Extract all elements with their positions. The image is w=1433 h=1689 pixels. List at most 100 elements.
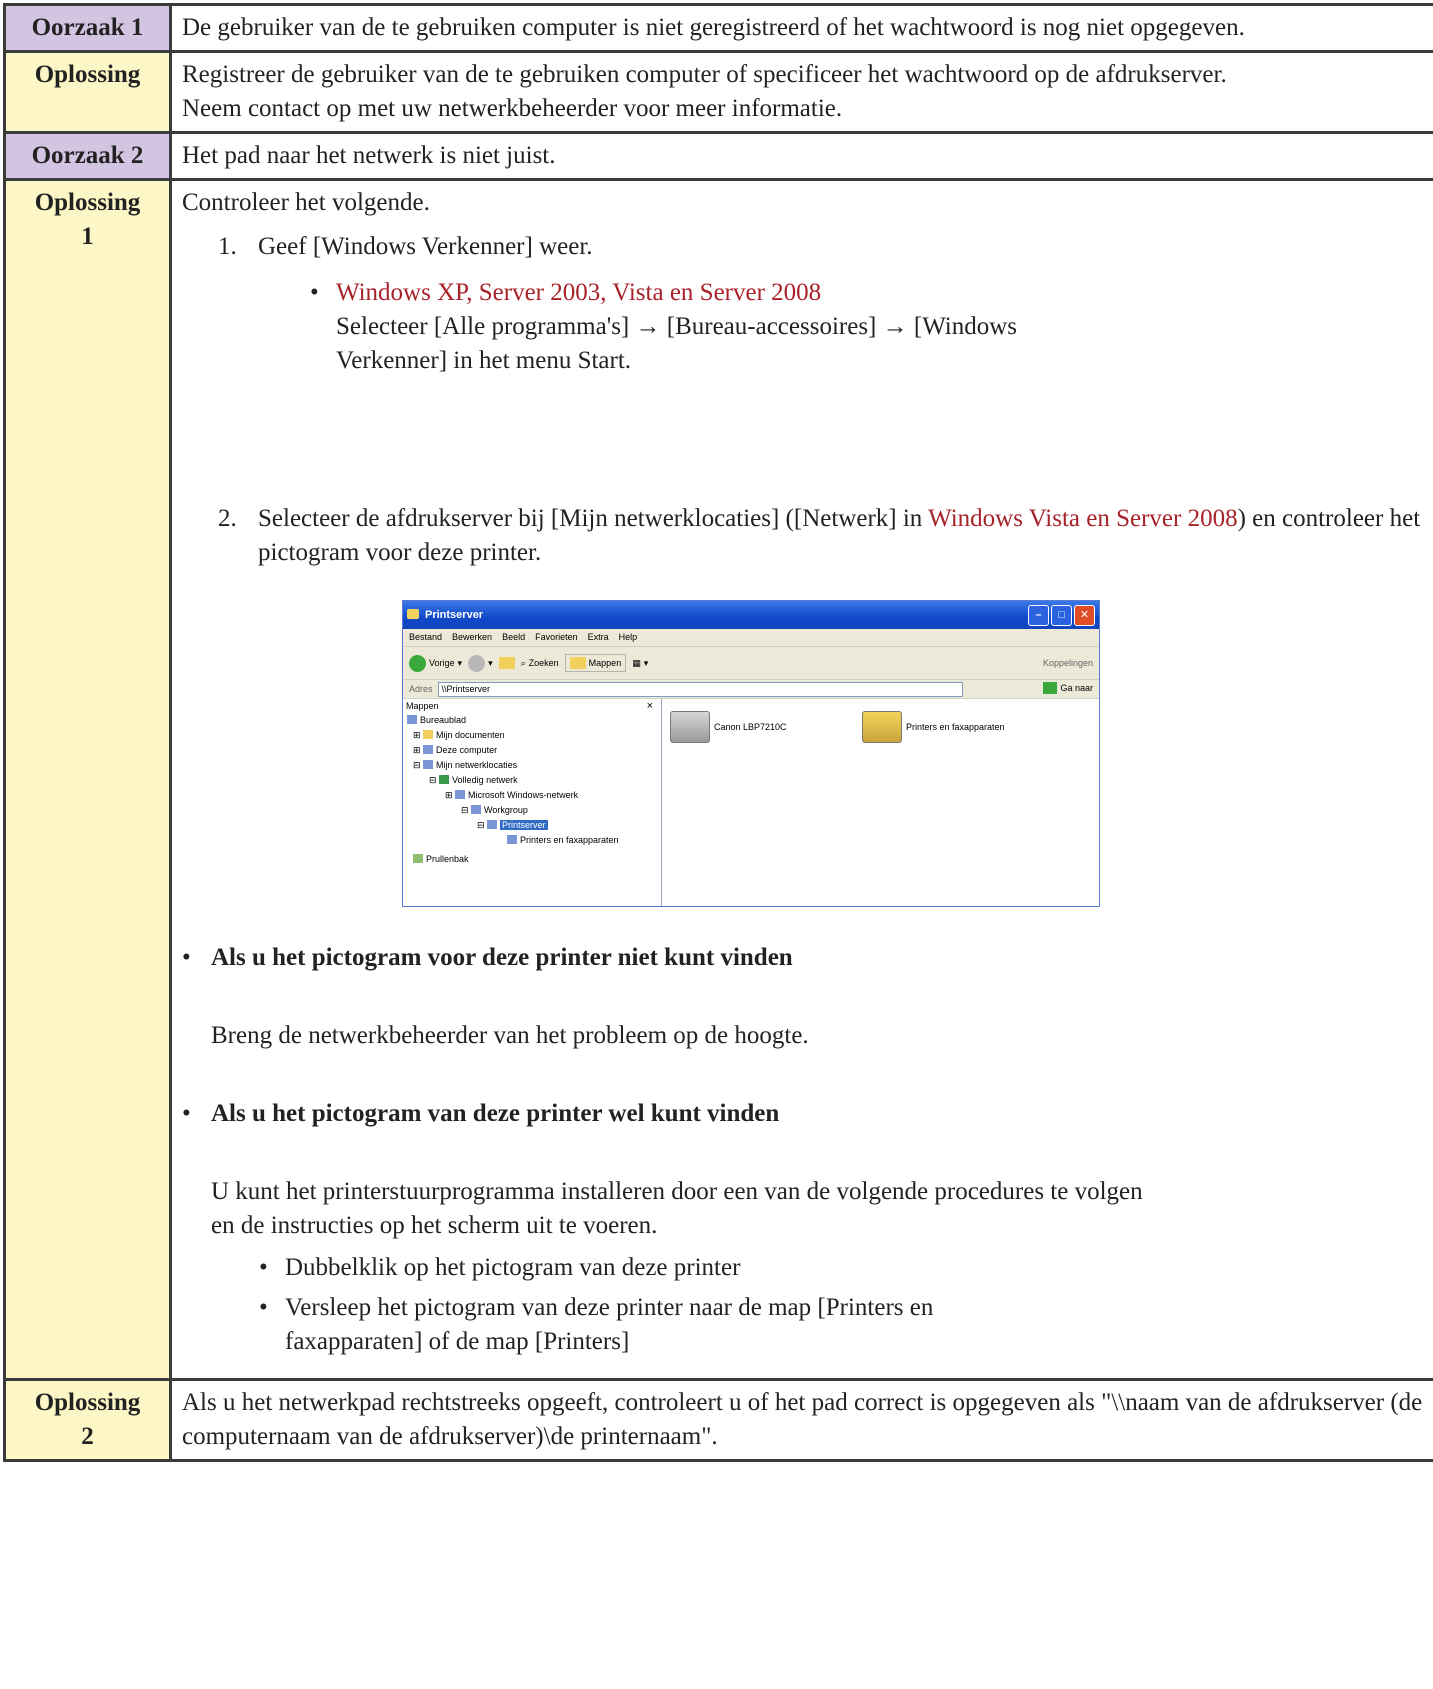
step-item: 1. Geef [Windows Verkenner] weer. • Wind… (182, 230, 1432, 378)
step-item: 2. Selecteer de afdrukserver bij [Mijn n… (182, 502, 1432, 570)
workgroup-icon (471, 805, 482, 814)
tree-item: Deze computer (436, 745, 498, 755)
globe-icon (439, 775, 450, 784)
step-number: 2. (218, 505, 237, 532)
windows-network-icon (455, 790, 466, 799)
case-text: U kunt het printerstuurprogramma install… (211, 1178, 1143, 1239)
back-label: Vorige (429, 658, 455, 668)
row-label-line: Oplossing (34, 1389, 141, 1416)
printer-folder-icon (507, 835, 517, 844)
paragraph: Registreer de gebruiker van de te gebrui… (182, 61, 1227, 88)
folder-pane: Mappen × Bureaublad ⊞ Mijn documenten ⊞ … (403, 699, 662, 906)
table-row: Oplossing 2 Als u het netwerkpad rechtst… (3, 1378, 1433, 1462)
tree-item: Mijn documenten (436, 730, 505, 740)
table-row: Oplossing Registreer de gebruiker van de… (3, 50, 1433, 134)
recycle-bin-icon (413, 854, 423, 863)
list-item: • Dubbelklik op het pictogram van deze p… (259, 1251, 1432, 1285)
computer-icon (423, 745, 434, 754)
table-row: Oorzaak 2 Het pad naar het netwerk is ni… (3, 131, 1433, 181)
tree-item: Volledig netwerk (452, 775, 518, 785)
menu-item: Help (618, 632, 638, 642)
computer-icon (487, 820, 498, 829)
table-row: Oorzaak 1 De gebruiker van de te gebruik… (3, 3, 1433, 53)
menu-item: Bewerken (452, 632, 493, 642)
item-label: Canon LBP7210C (714, 722, 787, 732)
pane-close-icon: × (646, 700, 653, 712)
search-label: Zoeken (528, 658, 559, 668)
row-label-line: 1 (81, 223, 94, 250)
bullet-icon: • (310, 279, 319, 306)
go-label: Ga naar (1060, 683, 1093, 693)
maximize-icon: □ (1051, 605, 1072, 626)
network-icon (423, 760, 434, 769)
tree-item: Mijn netwerklocaties (436, 760, 518, 770)
row-content: Het pad naar het netwerk is niet juist. (169, 131, 1433, 181)
forward-icon (468, 654, 486, 672)
address-bar: Adres \\Printserver Ga naar (403, 680, 1099, 699)
folder-tree: Bureaublad ⊞ Mijn documenten ⊞ Deze comp… (403, 713, 661, 867)
row-content: Controleer het volgende. 1. Geef [Window… (169, 178, 1433, 1381)
case-title: Als u het pictogram voor deze printer ni… (211, 944, 793, 971)
pane-title: Mappen (406, 701, 439, 711)
printers-folder-icon (862, 711, 902, 743)
list-item: • Versleep het pictogram van deze printe… (259, 1291, 1045, 1359)
os-link[interactable]: Windows XP, Server 2003, Vista en Server… (336, 276, 1432, 310)
tree-item: Workgroup (484, 805, 528, 815)
search-icon: ⌕ (520, 658, 526, 668)
intro-text: Controleer het volgende. (182, 189, 430, 216)
list-item: • Windows XP, Server 2003, Vista en Serv… (310, 276, 1432, 378)
row-label: Oorzaak 2 (3, 131, 172, 181)
bullet-icon: • (182, 944, 191, 971)
menu-item: Beeld (502, 632, 526, 642)
folders-label: Mappen (588, 658, 622, 668)
back-icon (409, 654, 426, 672)
printer-icon (670, 711, 710, 743)
os-list: • Windows XP, Server 2003, Vista en Serv… (310, 276, 1432, 378)
paragraph: Neem contact op met uw netwerkbeheerder … (182, 95, 843, 122)
tree-item: Bureaublad (420, 715, 467, 725)
sub-item-text: Dubbelklik op het pictogram van deze pri… (285, 1254, 741, 1281)
table-row: Oplossing 1 Controleer het volgende. 1. … (3, 178, 1433, 1381)
list-item: • Als u het pictogram voor deze printer … (182, 941, 1432, 1053)
folders-icon (569, 657, 586, 669)
content-pane: Canon LBP7210C Printers en faxapparaten (662, 699, 1099, 906)
step-number: 1. (218, 233, 237, 260)
menu-bar: Bestand Bewerken Beeld Favorieten Extra … (403, 629, 1099, 647)
address-label: Adres (409, 684, 433, 694)
row-label: Oplossing 1 (3, 178, 172, 1381)
case-title: Als u het pictogram van deze printer wel… (211, 1100, 780, 1127)
bullet-icon: • (182, 1100, 191, 1127)
troubleshooting-table: Oorzaak 1 De gebruiker van de te gebruik… (3, 3, 1433, 1462)
sub-list: • Dubbelklik op het pictogram van deze p… (259, 1251, 1432, 1359)
explorer-screenshot: Printserver – □ ✕ Bestand Bewerken Beeld… (402, 600, 1100, 907)
case-text: Breng de netwerkbeheerder van het proble… (211, 1022, 809, 1049)
desktop-icon (407, 715, 417, 724)
case-list: • Als u het pictogram voor deze printer … (182, 941, 1432, 1359)
row-label: Oplossing 2 (3, 1378, 172, 1462)
row-label: Oorzaak 1 (3, 3, 172, 53)
tree-item: Prullenbak (426, 854, 469, 864)
bullet-icon: • (259, 1254, 268, 1281)
menu-item: Bestand (409, 632, 443, 642)
os-instructions: Selecteer [Alle programma's] → [Bureau-a… (336, 313, 1018, 374)
toolbar: Vorige ▾ ▾ ⌕ Zoeken Mappen ▦ ▾ Koppelingen (403, 647, 1099, 680)
row-content: Als u het netwerkpad rechtstreeks opgeef… (169, 1378, 1433, 1462)
bullet-icon: • (259, 1294, 268, 1321)
window-titlebar: Printserver – □ ✕ (403, 601, 1099, 629)
row-label-line: 2 (81, 1423, 94, 1450)
vista-link[interactable]: Windows Vista en Server 2008 (928, 505, 1238, 532)
step-text: Selecteer de afdrukserver bij [Mijn netw… (258, 505, 929, 532)
close-icon: ✕ (1074, 605, 1095, 626)
address-field: \\Printserver (437, 681, 963, 697)
sub-item-text: Versleep het pictogram van deze printer … (285, 1294, 934, 1355)
tree-item-selected: Printserver (500, 820, 548, 830)
row-label: Oplossing (3, 50, 172, 134)
views-icon: ▦ (632, 658, 641, 668)
menu-item: Favorieten (535, 632, 578, 642)
menu-item: Extra (587, 632, 609, 642)
window-title: Printserver (425, 609, 484, 621)
folder-icon (423, 730, 434, 739)
step-list: 1. Geef [Windows Verkenner] weer. • Wind… (182, 230, 1432, 570)
tree-item: Printers en faxapparaten (520, 835, 619, 845)
folder-icon (407, 609, 419, 619)
